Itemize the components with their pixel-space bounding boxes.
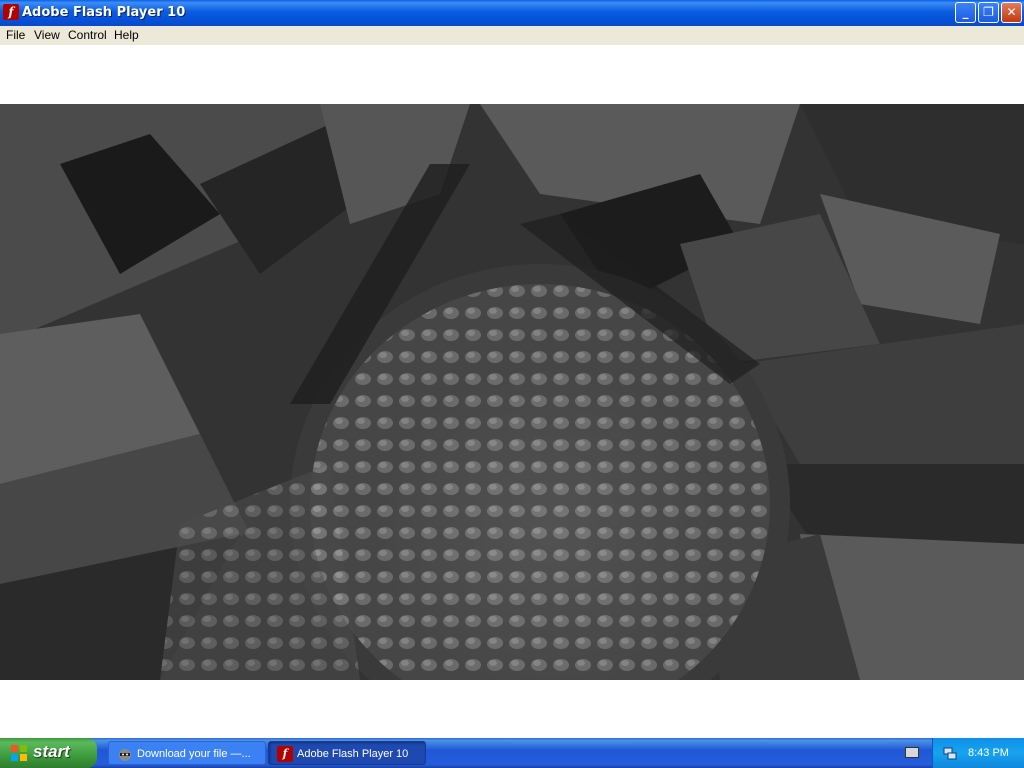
taskbar-item-download[interactable]: Download your file —... [108, 741, 266, 765]
raccoon-icon [119, 749, 131, 761]
title-bar[interactable]: f Adobe Flash Player 10 _ ❐ ✕ [0, 0, 1024, 26]
close-icon: ✕ [1006, 5, 1017, 19]
taskbar: start Download your file —... f Adobe Fl… [0, 738, 1024, 768]
flash-icon: f [277, 746, 293, 762]
restore-button[interactable]: ❐ [978, 2, 999, 23]
network-icon[interactable] [943, 746, 957, 760]
menu-bar: File View Control Help [0, 26, 1024, 45]
minimize-button[interactable]: _ [955, 2, 976, 23]
keyboard-icon[interactable] [905, 747, 919, 758]
restore-icon: ❐ [983, 5, 994, 19]
clock[interactable]: 8:43 PM [968, 738, 1009, 768]
taskbar-item-flash-player[interactable]: f Adobe Flash Player 10 [268, 741, 426, 765]
start-label: start [33, 742, 70, 761]
video-content-image [0, 104, 1024, 680]
menu-control[interactable]: Control [68, 26, 107, 44]
windows-logo-icon [11, 745, 27, 761]
window-title: Adobe Flash Player 10 [22, 5, 186, 20]
start-button[interactable]: start [0, 738, 97, 768]
flash-icon: f [3, 4, 19, 20]
close-button[interactable]: ✕ [1001, 2, 1022, 23]
minimize-icon: _ [962, 5, 969, 19]
video-frame[interactable] [0, 104, 1024, 680]
menu-view[interactable]: View [34, 26, 60, 44]
menu-file[interactable]: File [6, 26, 25, 44]
taskbar-item-label: Adobe Flash Player 10 [297, 748, 409, 760]
taskbar-item-label: Download your file —... [137, 748, 251, 760]
menu-help[interactable]: Help [114, 26, 139, 44]
